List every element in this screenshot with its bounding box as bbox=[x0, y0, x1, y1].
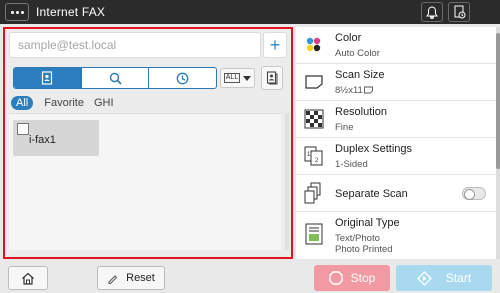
chevron-down-icon bbox=[243, 75, 252, 81]
menu-button[interactable] bbox=[5, 3, 29, 21]
start-label: Start bbox=[445, 271, 472, 285]
settings-panel: Color Auto Color Scan Size 8½x11 Resolut… bbox=[296, 27, 500, 259]
resolution-icon bbox=[302, 107, 326, 131]
separate-scan-toggle[interactable] bbox=[462, 187, 486, 200]
stop-button[interactable]: Stop bbox=[314, 265, 390, 291]
filter-all[interactable]: All bbox=[11, 96, 34, 110]
setting-value: Auto Color bbox=[335, 48, 380, 59]
home-button[interactable] bbox=[8, 266, 48, 290]
start-icon bbox=[416, 270, 432, 286]
reset-label: Reset bbox=[126, 272, 155, 284]
sort-label: ALL bbox=[223, 73, 241, 83]
setting-scan-size[interactable]: Scan Size 8½x11 bbox=[296, 64, 496, 101]
setting-label: Color bbox=[335, 32, 362, 44]
search-tabs bbox=[13, 67, 217, 89]
address-book-button[interactable] bbox=[261, 66, 283, 90]
setting-value: 1-Sided bbox=[335, 159, 368, 170]
setting-duplex[interactable]: 12 Duplex Settings 1-Sided bbox=[296, 138, 496, 175]
job-status-icon bbox=[454, 5, 465, 19]
setting-separate-scan[interactable]: Separate Scan bbox=[296, 175, 496, 212]
destination-list: i-fax1 bbox=[9, 113, 281, 250]
bell-icon bbox=[426, 5, 438, 19]
filter-bar: All Favorite GHI bbox=[11, 96, 124, 110]
filter-favorite[interactable]: Favorite bbox=[44, 97, 84, 109]
destination-panel: + ALL All Favorite GHI i-fax1 bbox=[3, 27, 293, 259]
setting-value-secondary: Photo Printed bbox=[335, 244, 393, 255]
search-icon bbox=[109, 72, 122, 85]
settings-scrollbar[interactable] bbox=[496, 27, 500, 259]
destination-checkbox[interactable] bbox=[17, 123, 29, 135]
app-title: Internet FAX bbox=[36, 5, 106, 19]
setting-value: 8½x11 bbox=[335, 85, 373, 96]
sort-dropdown[interactable]: ALL bbox=[220, 68, 255, 88]
setting-value: Text/Photo bbox=[335, 233, 380, 244]
notification-button[interactable] bbox=[421, 2, 443, 22]
setting-resolution[interactable]: Resolution Fine bbox=[296, 101, 496, 138]
address-input[interactable] bbox=[9, 32, 261, 58]
list-item[interactable]: i-fax1 bbox=[13, 120, 99, 156]
setting-label: Duplex Settings bbox=[335, 143, 413, 155]
home-icon bbox=[22, 272, 34, 285]
stop-icon bbox=[328, 271, 343, 285]
menu-icon bbox=[10, 10, 14, 14]
duplex-icon: 12 bbox=[302, 144, 326, 168]
setting-original-type[interactable]: Original Type Text/Photo Photo Printed bbox=[296, 212, 496, 259]
job-status-button[interactable] bbox=[448, 2, 470, 22]
filter-ghi[interactable]: GHI bbox=[94, 97, 114, 109]
separate-scan-icon bbox=[302, 181, 326, 205]
color-icon bbox=[302, 33, 326, 57]
add-address-button[interactable]: + bbox=[263, 32, 287, 58]
setting-color[interactable]: Color Auto Color bbox=[296, 27, 496, 64]
bottom-bar: Reset Stop Start bbox=[0, 261, 500, 293]
tab-search[interactable] bbox=[82, 68, 150, 88]
setting-label: Resolution bbox=[335, 106, 387, 118]
setting-label: Scan Size bbox=[335, 69, 385, 81]
scrollbar-thumb[interactable] bbox=[496, 33, 500, 169]
address-book-icon bbox=[42, 71, 53, 85]
reset-icon bbox=[108, 274, 118, 284]
title-bar: Internet FAX bbox=[0, 0, 500, 24]
setting-label: Original Type bbox=[335, 217, 400, 229]
setting-label: Separate Scan bbox=[335, 188, 408, 200]
reset-button[interactable]: Reset bbox=[97, 266, 165, 290]
destination-name: i-fax1 bbox=[29, 134, 56, 146]
start-button[interactable]: Start bbox=[396, 265, 492, 291]
setting-value: Fine bbox=[335, 122, 354, 133]
tab-history[interactable] bbox=[149, 68, 216, 88]
book-icon bbox=[266, 71, 278, 85]
landscape-orientation-icon bbox=[363, 86, 373, 94]
paper-size-icon bbox=[302, 70, 326, 94]
history-icon bbox=[176, 72, 189, 84]
original-type-icon bbox=[302, 222, 326, 246]
tab-address-book[interactable] bbox=[14, 68, 82, 88]
stop-label: Stop bbox=[350, 271, 376, 285]
list-scrollbar[interactable] bbox=[285, 113, 289, 250]
